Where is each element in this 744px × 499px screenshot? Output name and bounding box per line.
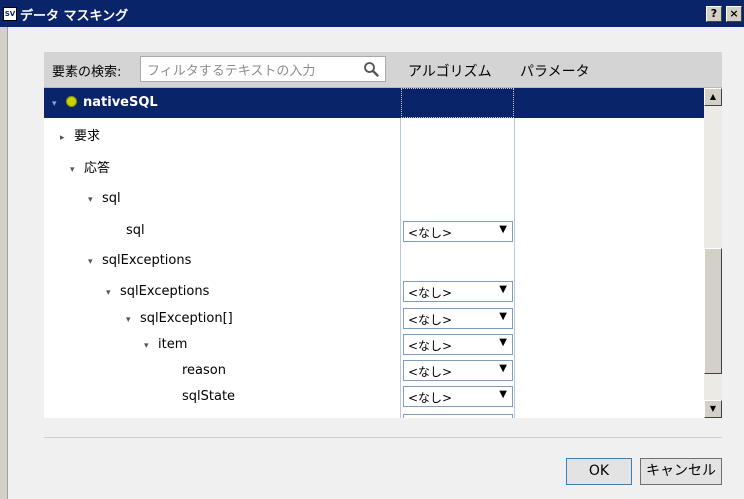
tree-node-item[interactable]: ▾ item <box>144 337 187 352</box>
expand-arrow-icon[interactable]: ▾ <box>126 315 140 325</box>
algorithm-select-value: <なし> <box>408 286 453 300</box>
tree-row-nativesql[interactable]: ▾ nativeSQL <box>44 88 704 118</box>
expand-arrow-icon[interactable]: ▾ <box>88 257 102 267</box>
ok-button[interactable]: OK <box>566 458 632 485</box>
algorithm-select[interactable]: <なし> ▼ <box>403 360 513 381</box>
dropdown-arrow-icon[interactable]: ▼ <box>499 224 507 235</box>
algorithm-select[interactable]: <なし> ▼ <box>403 281 513 302</box>
tree-node-label: nativeSQL <box>83 95 158 110</box>
help-button[interactable]: ? <box>706 6 722 22</box>
tree-node-label: item <box>158 337 188 352</box>
algorithm-select-value: <なし> <box>408 226 453 240</box>
tree-node-sqlexception-array[interactable]: ▾ sqlException[] <box>126 311 233 326</box>
tree-node-nativesql[interactable]: ▾ nativeSQL <box>52 95 158 110</box>
tree-row-sqlstate[interactable]: sqlState <なし> ▼ <box>44 382 704 412</box>
tree-node-label: reason <box>182 363 226 378</box>
expand-arrow-icon[interactable]: ▾ <box>106 288 120 298</box>
tree-node-label: sql <box>102 191 121 206</box>
tree-node-label: sqlExceptions <box>102 253 192 268</box>
algorithm-select[interactable]: <なし> ▼ <box>403 386 513 407</box>
tree-node-sqlexceptions[interactable]: ▾ sqlExceptions <box>88 253 191 268</box>
scroll-down-icon: ▼ <box>709 404 717 413</box>
expand-arrow-icon[interactable]: ▾ <box>88 195 102 205</box>
tree-row-sqlexceptions-child[interactable]: ▾ sqlExceptions <なし> ▼ <box>44 277 704 307</box>
app-icon: SV <box>3 7 17 21</box>
tree-header: 要素の検索: フィルタするテキストの入力 アルゴリズム パラメータ <box>44 52 722 88</box>
tree-node-response[interactable]: ▾ 応答 <box>70 157 110 176</box>
tree-node-sql-group[interactable]: ▾ sql <box>88 191 121 206</box>
algorithm-select-value: <なし> <box>408 391 453 405</box>
scroll-up-button[interactable]: ▲ <box>704 88 722 106</box>
expand-arrow-icon[interactable]: ▾ <box>70 165 84 175</box>
scroll-thumb[interactable] <box>704 248 722 374</box>
column-header-parameter[interactable]: パラメータ <box>520 61 590 81</box>
tree-node-label: sqlExceptions <box>120 284 210 299</box>
algorithm-select-value: <なし> <box>408 365 453 379</box>
dropdown-arrow-icon[interactable]: ▼ <box>499 337 507 348</box>
footer-divider <box>44 437 722 438</box>
search-label: 要素の検索: <box>52 65 122 80</box>
tree-row-sql[interactable]: sql <なし> ▼ <box>44 216 704 246</box>
search-icon[interactable] <box>363 61 379 77</box>
tree-row-sql-group[interactable]: ▾ sql <box>44 184 704 214</box>
tree-node-sql[interactable]: sql <box>126 223 145 238</box>
expand-arrow-icon[interactable]: ▾ <box>144 341 158 351</box>
scroll-down-button[interactable]: ▼ <box>704 400 722 418</box>
tree-node-sqlexceptions-child[interactable]: ▾ sqlExceptions <box>106 284 209 299</box>
title-bar: SV データ マスキング ? × <box>0 0 744 27</box>
window-left-edge <box>0 27 8 499</box>
algorithm-select-value: <なし> <box>408 313 453 327</box>
column-header-algorithm[interactable]: アルゴリズム <box>408 61 492 81</box>
vertical-scrollbar[interactable]: ▲ ▼ <box>704 88 722 418</box>
close-button[interactable]: × <box>726 6 742 22</box>
dropdown-arrow-icon[interactable]: ▼ <box>499 284 507 295</box>
tree-row-request[interactable]: ▸ 要求 <box>44 118 704 148</box>
service-icon <box>66 96 77 107</box>
algorithm-select[interactable] <box>403 414 513 418</box>
tree-node-request[interactable]: ▸ 要求 <box>60 125 100 144</box>
tree-row-sqlexceptions-group[interactable]: ▾ sqlExceptions <box>44 246 704 276</box>
tree-node-label: sql <box>126 223 145 238</box>
tree-node-label: sqlException[] <box>140 311 233 326</box>
tree-node-label: 応答 <box>84 161 111 176</box>
dropdown-arrow-icon[interactable]: ▼ <box>499 311 507 322</box>
algorithm-select[interactable]: <なし> ▼ <box>403 334 513 355</box>
collapse-arrow-icon[interactable]: ▸ <box>60 133 74 143</box>
tree-row-response[interactable]: ▾ 応答 <box>44 150 704 180</box>
tree-node-label: sqlState <box>182 389 236 404</box>
masking-tree: ▾ nativeSQL ▸ 要求 ▾ 応答 ▾ sql sql <なし> ▼ ▾ sqlE… <box>44 88 704 418</box>
tree-node-reason[interactable]: reason <box>182 363 226 378</box>
tree-node-label: 要求 <box>74 129 101 144</box>
focus-cell <box>401 88 514 118</box>
dropdown-arrow-icon[interactable]: ▼ <box>499 363 507 374</box>
algorithm-select[interactable]: <なし> ▼ <box>403 308 513 329</box>
algorithm-select[interactable]: <なし> ▼ <box>403 221 513 242</box>
scroll-up-icon: ▲ <box>709 92 717 101</box>
cancel-button[interactable]: キャンセル <box>640 458 722 485</box>
window-title: データ マスキング <box>20 9 129 24</box>
algorithm-select-value: <なし> <box>408 339 453 353</box>
dropdown-arrow-icon[interactable]: ▼ <box>499 389 507 400</box>
search-input[interactable]: フィルタするテキストの入力 <box>140 56 386 82</box>
expand-arrow-icon[interactable]: ▾ <box>52 99 66 109</box>
tree-node-sqlstate[interactable]: sqlState <box>182 389 235 404</box>
search-placeholder: フィルタするテキストの入力 <box>147 64 316 79</box>
